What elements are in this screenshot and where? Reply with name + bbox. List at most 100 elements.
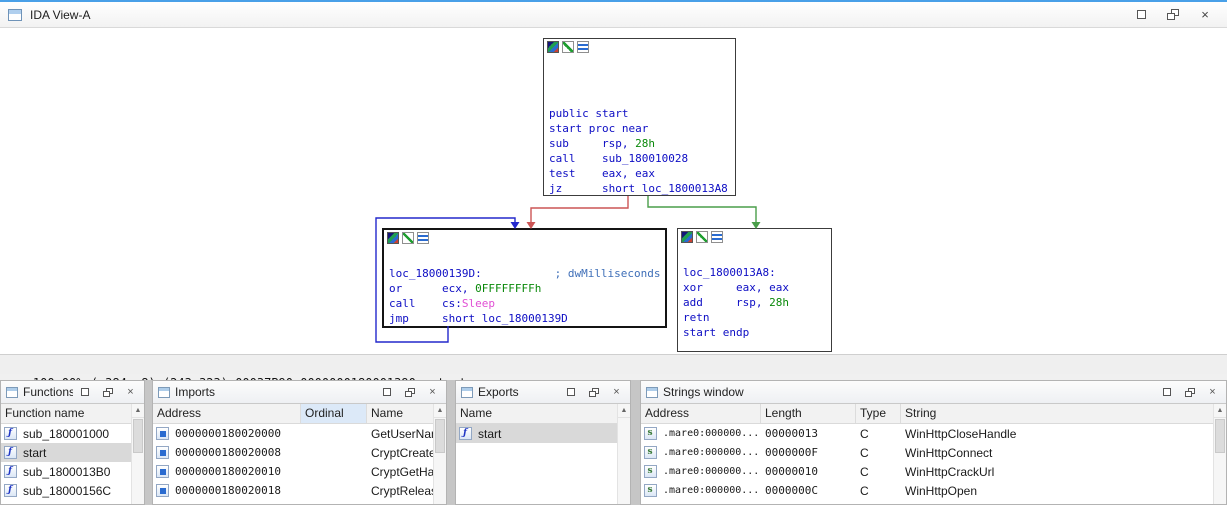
- table-row[interactable]: s.mare0:000000...00000013CWinHttpCloseHa…: [641, 424, 1213, 443]
- table-row[interactable]: 0000000180020018CryptRelease: [153, 481, 433, 500]
- import-address: 0000000180020008: [171, 446, 301, 459]
- functions-panel-titlebar[interactable]: Functions ×: [1, 381, 144, 404]
- group-node-icon[interactable]: [711, 231, 723, 243]
- restore-button[interactable]: [1160, 386, 1173, 398]
- column-header-address[interactable]: Address: [153, 404, 301, 423]
- vertical-scrollbar[interactable]: ▲: [1213, 404, 1226, 504]
- edit-node-icon[interactable]: [562, 41, 574, 53]
- asm-line[interactable]: loc_1800013A8:: [683, 265, 828, 280]
- block-toolbar: [678, 229, 831, 245]
- column-header-string[interactable]: String: [901, 404, 1213, 423]
- asm-line[interactable]: or ecx, 0FFFFFFFFh: [389, 281, 662, 296]
- column-header-name[interactable]: Name: [367, 404, 433, 423]
- edit-node-icon[interactable]: [696, 231, 708, 243]
- asm-line[interactable]: sub rsp, 28h: [549, 136, 732, 151]
- table-row[interactable]: 0000000180020000GetUserNam: [153, 424, 433, 443]
- string-value: WinHttpOpen: [901, 484, 1213, 498]
- exports-panel-icon: [461, 387, 473, 398]
- functions-table: Function name ƒsub_180001000ƒstartƒsub_1…: [1, 404, 144, 504]
- asm-line[interactable]: start endp: [683, 325, 828, 340]
- column-header-length[interactable]: Length: [761, 404, 856, 423]
- column-header-name[interactable]: Name: [456, 404, 617, 423]
- basic-block-entry[interactable]: public startstart proc nearsub rsp, 28hc…: [543, 38, 736, 196]
- icon-cell: [153, 465, 171, 478]
- asm-line[interactable]: jz short loc_1800013A8: [549, 181, 732, 196]
- asm-line[interactable]: loc_18000139D: ; dwMilliseconds: [389, 266, 662, 281]
- maximize-button[interactable]: [1165, 8, 1181, 22]
- string-icon: s: [644, 484, 657, 497]
- restore-button[interactable]: [380, 386, 393, 398]
- restore-button[interactable]: [564, 386, 577, 398]
- asm-line[interactable]: public start: [549, 106, 732, 121]
- asm-line[interactable]: jmp short loc_18000139D: [389, 311, 662, 326]
- node-color-icon[interactable]: [547, 41, 559, 53]
- string-type: C: [856, 465, 901, 479]
- vertical-scrollbar[interactable]: ▲: [433, 404, 446, 504]
- column-header-type[interactable]: Type: [856, 404, 901, 423]
- asm-token: start endp: [683, 326, 749, 339]
- asm-token: 0FFFFFFFFh: [475, 282, 541, 295]
- restore-button[interactable]: [1133, 8, 1149, 22]
- column-header-address[interactable]: Address: [641, 404, 761, 423]
- column-header-ordinal[interactable]: Ordinal: [301, 404, 367, 423]
- scroll-thumb[interactable]: [1215, 419, 1225, 453]
- node-color-icon[interactable]: [681, 231, 693, 243]
- column-header-function-name[interactable]: Function name: [1, 404, 131, 423]
- table-row[interactable]: ƒstart: [1, 443, 131, 462]
- basic-block-exit[interactable]: loc_1800013A8:xor eax, eaxadd rsp, 28hre…: [677, 228, 832, 352]
- window-titlebar[interactable]: IDA View-A ×: [0, 2, 1227, 28]
- restore-button[interactable]: [78, 386, 91, 398]
- scroll-thumb[interactable]: [133, 419, 143, 453]
- asm-line[interactable]: start proc near: [549, 121, 732, 136]
- close-button[interactable]: ×: [1206, 386, 1219, 398]
- asm-line[interactable]: add rsp, 28h: [683, 295, 828, 310]
- functions-panel: Functions × Function name ƒsub_180001000…: [0, 380, 145, 505]
- scroll-up-button[interactable]: ▲: [132, 404, 144, 418]
- table-row[interactable]: s.mare0:000000...0000000CCWinHttpOpen: [641, 481, 1213, 500]
- table-row[interactable]: s.mare0:000000...00000010CWinHttpCrackUr…: [641, 462, 1213, 481]
- table-row[interactable]: ƒsub_18000156C: [1, 481, 131, 500]
- maximize-button[interactable]: [101, 386, 114, 398]
- table-row[interactable]: 0000000180020008CryptCreateH: [153, 443, 433, 462]
- exports-table: Name ƒstart ▲: [456, 404, 630, 504]
- exports-panel-titlebar[interactable]: Exports ×: [456, 381, 630, 404]
- maximize-button[interactable]: [403, 386, 416, 398]
- asm-line[interactable]: test eax, eax: [549, 166, 732, 181]
- node-color-icon[interactable]: [387, 232, 399, 244]
- close-button[interactable]: ×: [1197, 8, 1213, 22]
- close-button[interactable]: ×: [426, 386, 439, 398]
- table-row[interactable]: ƒsub_180001000: [1, 424, 131, 443]
- vertical-scrollbar[interactable]: ▲: [617, 404, 630, 504]
- graph-view[interactable]: public startstart proc nearsub rsp, 28hc…: [0, 28, 1227, 354]
- close-button[interactable]: ×: [610, 386, 623, 398]
- group-node-icon[interactable]: [417, 232, 429, 244]
- scroll-thumb[interactable]: [435, 419, 445, 453]
- imports-table-header: Address Ordinal Name: [153, 404, 433, 424]
- close-button[interactable]: ×: [124, 386, 137, 398]
- string-address: .mare0:000000...: [659, 428, 761, 439]
- asm-line[interactable]: xor eax, eax: [683, 280, 828, 295]
- table-row[interactable]: ƒsub_1800013B0: [1, 462, 131, 481]
- functions-list: ƒsub_180001000ƒstartƒsub_1800013B0ƒsub_1…: [1, 424, 131, 500]
- function-name: sub_1800013B0: [19, 465, 131, 479]
- scroll-up-button[interactable]: ▲: [1214, 404, 1226, 418]
- restore-icon: [1137, 10, 1146, 19]
- scroll-up-button[interactable]: ▲: [434, 404, 446, 418]
- table-row[interactable]: 0000000180020010CryptGetHas: [153, 462, 433, 481]
- edit-node-icon[interactable]: [402, 232, 414, 244]
- group-node-icon[interactable]: [577, 41, 589, 53]
- asm-line[interactable]: call cs:Sleep: [389, 296, 662, 311]
- icon-cell: [153, 484, 171, 497]
- icon-cell: ƒ: [456, 427, 474, 440]
- imports-panel-titlebar[interactable]: Imports ×: [153, 381, 446, 404]
- strings-panel-titlebar[interactable]: Strings window ×: [641, 381, 1226, 404]
- table-row[interactable]: ƒstart: [456, 424, 617, 443]
- scroll-up-button[interactable]: ▲: [618, 404, 630, 418]
- vertical-scrollbar[interactable]: ▲: [131, 404, 144, 504]
- table-row[interactable]: s.mare0:000000...0000000FCWinHttpConnect: [641, 443, 1213, 462]
- maximize-button[interactable]: [587, 386, 600, 398]
- basic-block-loop[interactable]: loc_18000139D: ; dwMillisecondsor ecx, 0…: [382, 228, 667, 328]
- asm-line[interactable]: call sub_180010028: [549, 151, 732, 166]
- asm-line[interactable]: retn: [683, 310, 828, 325]
- maximize-button[interactable]: [1183, 386, 1196, 398]
